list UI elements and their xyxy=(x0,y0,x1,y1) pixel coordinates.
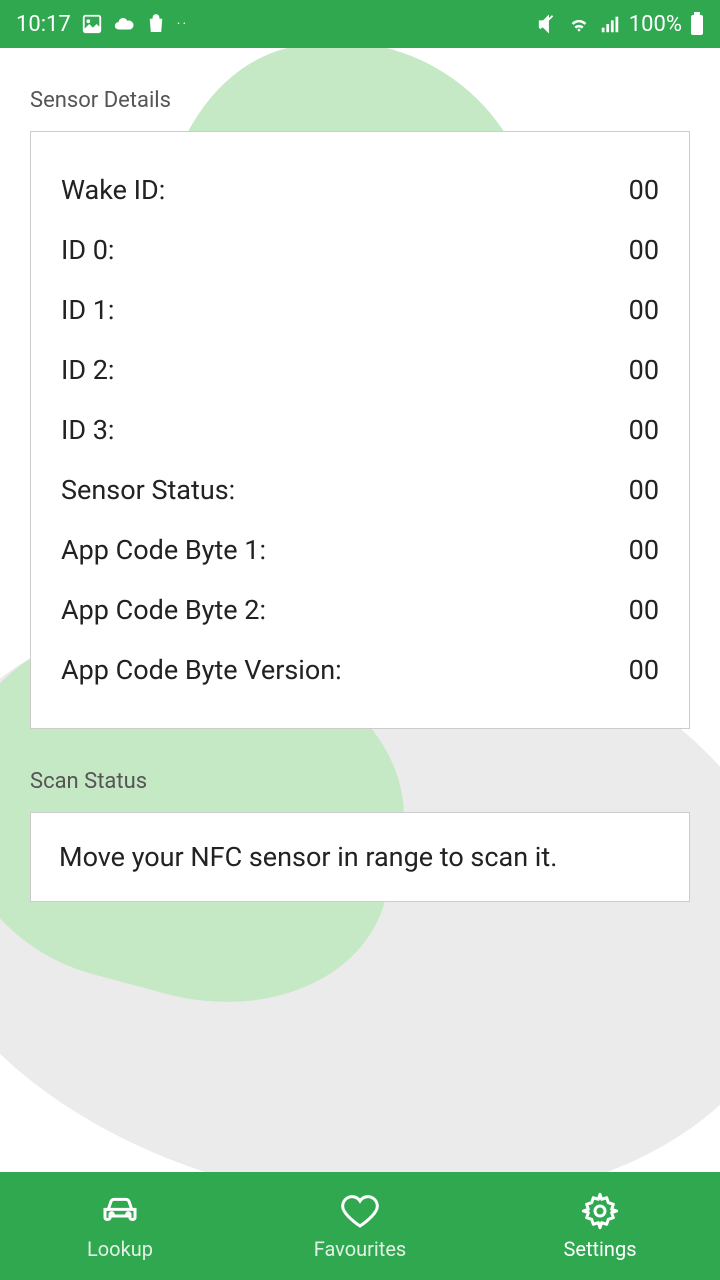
nav-settings-label: Settings xyxy=(563,1237,636,1261)
scan-status-title: Scan Status xyxy=(30,769,690,794)
status-right: 100% xyxy=(537,12,704,37)
car-icon xyxy=(100,1191,140,1231)
detail-value: 00 xyxy=(629,294,659,326)
bottom-nav: Lookup Favourites Settings xyxy=(0,1172,720,1280)
detail-value: 00 xyxy=(629,594,659,626)
battery-icon xyxy=(690,12,704,36)
nav-lookup-label: Lookup xyxy=(87,1237,153,1261)
detail-row: App Code Byte Version: 00 xyxy=(61,640,659,700)
detail-value: 00 xyxy=(629,354,659,386)
detail-label: App Code Byte 1: xyxy=(61,534,266,566)
detail-row: ID 2: 00 xyxy=(61,340,659,400)
nav-favourites[interactable]: Favourites xyxy=(240,1172,480,1280)
detail-value: 00 xyxy=(629,474,659,506)
detail-value: 00 xyxy=(629,534,659,566)
gear-icon xyxy=(580,1191,620,1231)
status-time: 10:17 xyxy=(16,12,71,37)
signal-icon xyxy=(599,13,621,35)
detail-row: Wake ID: 00 xyxy=(61,160,659,220)
detail-value: 00 xyxy=(629,234,659,266)
sensor-details-title: Sensor Details xyxy=(30,88,690,113)
detail-label: ID 3: xyxy=(61,414,114,446)
shopping-bag-icon xyxy=(145,13,167,35)
detail-row: ID 0: 00 xyxy=(61,220,659,280)
detail-value: 00 xyxy=(629,174,659,206)
detail-label: ID 2: xyxy=(61,354,114,386)
nav-favourites-label: Favourites xyxy=(314,1237,407,1261)
more-icon: ·· xyxy=(177,16,188,32)
battery-percent: 100% xyxy=(629,12,682,37)
detail-label: Wake ID: xyxy=(61,174,165,206)
heart-icon xyxy=(340,1191,380,1231)
scan-status-message: Move your NFC sensor in range to scan it… xyxy=(59,839,661,875)
detail-label: App Code Byte Version: xyxy=(61,654,342,686)
detail-row: Sensor Status: 00 xyxy=(61,460,659,520)
main-content: Sensor Details Wake ID:00ID 0:00ID 1:00I… xyxy=(0,88,720,1212)
detail-row: ID 1: 00 xyxy=(61,280,659,340)
mute-icon xyxy=(537,13,559,35)
detail-row: App Code Byte 2: 00 xyxy=(61,580,659,640)
detail-label: ID 1: xyxy=(61,294,114,326)
sensor-details-card: Wake ID:00ID 0:00ID 1:00ID 2:00ID 3:00Se… xyxy=(30,131,690,729)
nav-lookup[interactable]: Lookup xyxy=(0,1172,240,1280)
scan-status-card: Move your NFC sensor in range to scan it… xyxy=(30,812,690,902)
detail-label: App Code Byte 2: xyxy=(61,594,266,626)
status-left: 10:17 ·· xyxy=(16,12,188,37)
detail-value: 00 xyxy=(629,414,659,446)
detail-label: Sensor Status: xyxy=(61,474,235,506)
detail-label: ID 0: xyxy=(61,234,114,266)
detail-row: ID 3: 00 xyxy=(61,400,659,460)
detail-row: App Code Byte 1: 00 xyxy=(61,520,659,580)
nav-settings[interactable]: Settings xyxy=(480,1172,720,1280)
detail-value: 00 xyxy=(629,654,659,686)
cloud-icon xyxy=(113,13,135,35)
wifi-icon xyxy=(567,13,591,35)
image-icon xyxy=(81,13,103,35)
status-bar: 10:17 ·· 100% xyxy=(0,0,720,48)
